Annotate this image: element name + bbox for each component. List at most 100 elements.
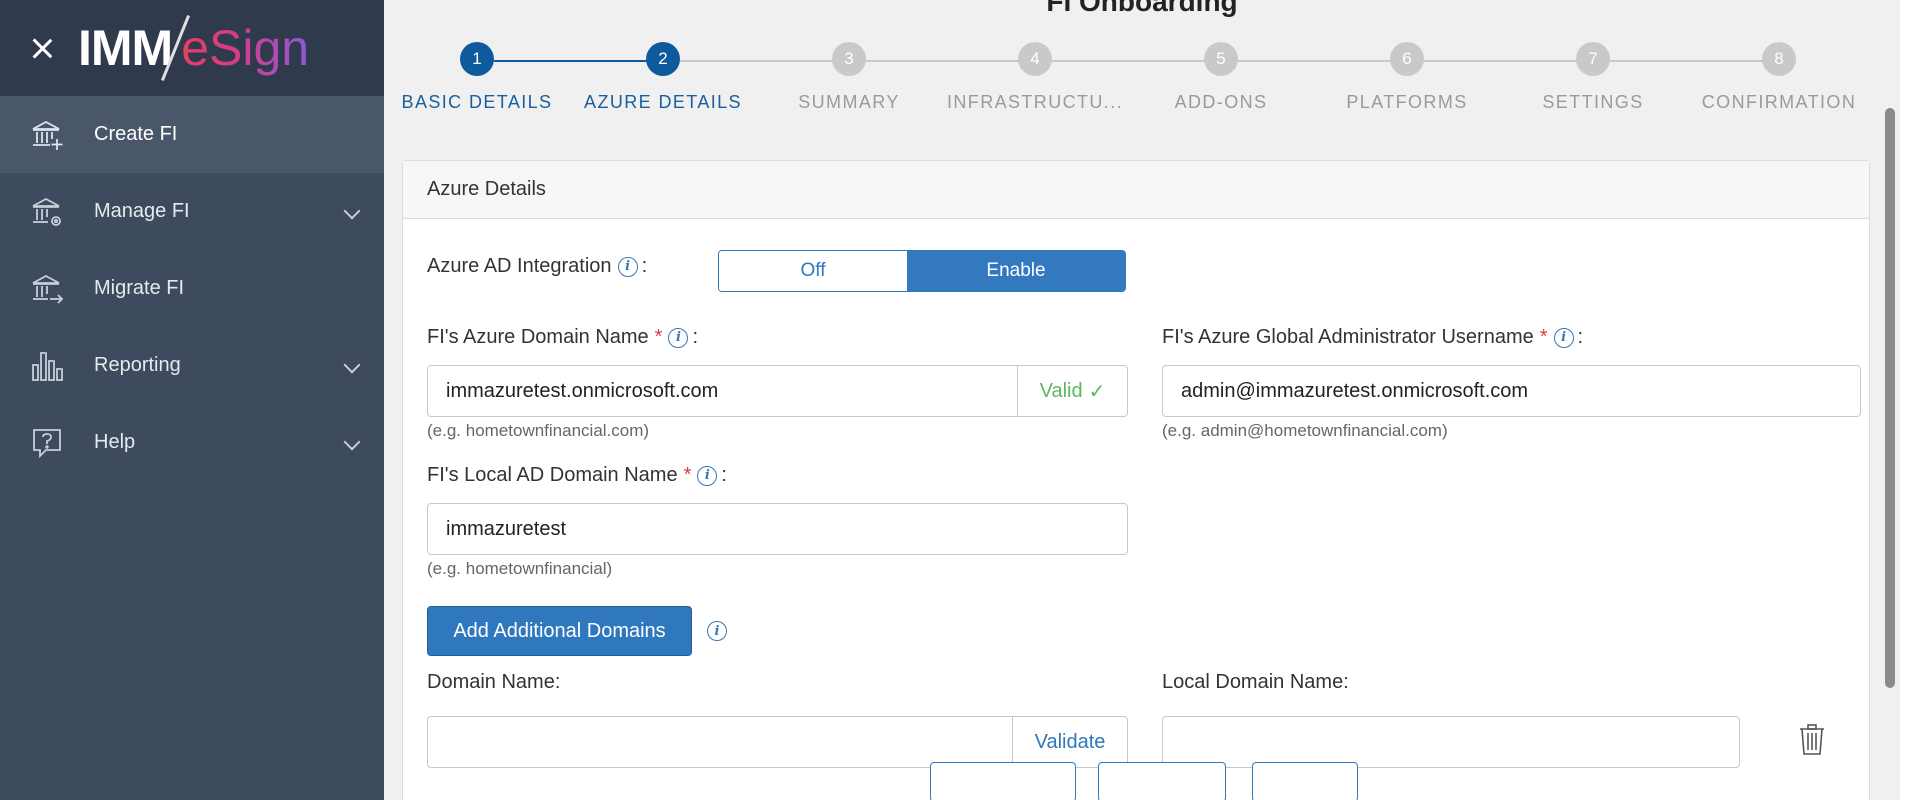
info-icon[interactable]: i: [697, 465, 718, 486]
step-platforms[interactable]: 6 PLATFORMS: [1314, 42, 1500, 113]
chevron-down-icon: [343, 202, 361, 220]
azure-domain-value: immazuretest.onmicrosoft.com: [446, 379, 719, 402]
azure-domain-label-text: FI's Azure Domain Name: [427, 326, 649, 348]
footer-button[interactable]: [1252, 762, 1358, 800]
ad-integration-label: Azure AD Integration i :: [427, 255, 647, 278]
domain-name-input[interactable]: Validate: [427, 716, 1128, 768]
step-add-ons[interactable]: 5 ADD-ONS: [1128, 42, 1314, 113]
step-basic-details[interactable]: 1 BASIC DETAILS: [384, 42, 570, 113]
page-title: FI Onboarding: [1046, 0, 1238, 17]
azure-domain-hint: (e.g. hometownfinancial.com): [427, 421, 650, 440]
info-icon[interactable]: i: [707, 621, 727, 641]
bank-arrow-icon: [30, 272, 64, 306]
sidebar-item-label: Manage FI: [94, 200, 190, 222]
label-colon: :: [1577, 326, 1584, 348]
check-icon: ✓: [1088, 380, 1106, 403]
step-number: 8: [1762, 42, 1796, 76]
bank-gear-icon: [30, 195, 64, 229]
step-number: 4: [1018, 42, 1052, 76]
sidebar-item-label: Create FI: [94, 123, 178, 145]
sidebar-item-label: Help: [94, 431, 136, 453]
admin-username-label: FI's Azure Global Administrator Username…: [1162, 326, 1583, 349]
ad-integration-label-text: Azure AD Integration: [427, 255, 612, 277]
onboarding-stepper: 1 BASIC DETAILS 2 AZURE DETAILS 3 SUMMAR…: [384, 42, 1900, 122]
label-colon: :: [641, 255, 648, 277]
logo-text-esign: eSign: [181, 20, 310, 76]
admin-username-value: admin@immazuretest.onmicrosoft.com: [1181, 379, 1529, 402]
step-label: AZURE DETAILS: [584, 92, 742, 112]
sidebar-header: IMM eSign: [0, 0, 384, 96]
label-colon: :: [692, 326, 699, 348]
step-label: CONFIRMATION: [1701, 92, 1857, 112]
ad-integration-toggle[interactable]: Off Enable: [718, 250, 1126, 292]
step-number: 3: [832, 42, 866, 76]
required-asterisk: *: [654, 326, 663, 348]
step-label: SETTINGS: [1542, 92, 1644, 112]
valid-indicator: Valid ✓: [1017, 366, 1127, 416]
local-domain-hint: (e.g. hometownfinancial): [427, 559, 613, 578]
sidebar-item-manage-fi[interactable]: Manage FI: [0, 173, 384, 250]
step-azure-details[interactable]: 2 AZURE DETAILS: [570, 42, 756, 113]
label-colon: :: [721, 464, 727, 486]
toggle-enable-option[interactable]: Enable: [907, 251, 1125, 291]
azure-details-card: Azure Details Azure AD Integration i : O…: [402, 160, 1870, 800]
step-number: 7: [1576, 42, 1610, 76]
trash-icon[interactable]: [1799, 723, 1825, 755]
local-domain-value: immazuretest: [446, 517, 567, 540]
step-infrastructure[interactable]: 4 INFRASTRUCTU...: [942, 42, 1128, 113]
chevron-down-icon: [343, 356, 361, 374]
sidebar-item-label: Migrate FI: [94, 277, 185, 299]
admin-username-hint: (e.g. admin@hometownfinancial.com): [1162, 421, 1448, 440]
admin-username-input[interactable]: admin@immazuretest.onmicrosoft.com: [1162, 365, 1861, 417]
step-label: SUMMARY: [798, 92, 900, 112]
bank-plus-icon: [30, 118, 64, 152]
sidebar-item-migrate-fi[interactable]: Migrate FI: [0, 250, 384, 327]
close-icon[interactable]: [28, 34, 56, 62]
help-bubble-icon: [30, 426, 64, 460]
local-domain-name-label: Local Domain Name:: [1162, 671, 1349, 693]
bar-chart-icon: [30, 349, 64, 383]
step-label: BASIC DETAILS: [401, 92, 553, 112]
sidebar: IMM eSign Create FI Manage FI Migrate FI…: [0, 0, 384, 800]
required-asterisk: *: [1539, 326, 1548, 348]
vertical-scrollbar[interactable]: [1880, 0, 1900, 800]
sidebar-item-help[interactable]: Help: [0, 404, 384, 481]
app-logo: IMM eSign: [78, 13, 309, 83]
sidebar-item-reporting[interactable]: Reporting: [0, 327, 384, 404]
add-additional-domains-button[interactable]: Add Additional Domains: [427, 606, 692, 656]
step-number: 1: [460, 42, 494, 76]
local-domain-input[interactable]: immazuretest: [427, 503, 1128, 555]
sidebar-item-label: Reporting: [94, 354, 181, 376]
step-number: 5: [1204, 42, 1238, 76]
required-asterisk: *: [683, 464, 692, 486]
card-header: Azure Details: [403, 161, 1869, 219]
valid-text: Valid: [1039, 379, 1083, 402]
azure-domain-input[interactable]: immazuretest.onmicrosoft.com Valid ✓: [427, 365, 1128, 417]
footer-button[interactable]: [1098, 762, 1226, 800]
step-summary[interactable]: 3 SUMMARY: [756, 42, 942, 113]
local-domain-label-text: FI's Local AD Domain Name: [427, 464, 678, 486]
sidebar-item-create-fi[interactable]: Create FI: [0, 96, 384, 173]
info-icon[interactable]: i: [1553, 327, 1574, 348]
chevron-down-icon: [343, 433, 361, 451]
scrollbar-thumb[interactable]: [1885, 108, 1895, 688]
main-content: FI Onboarding 1 BASIC DETAILS 2 AZURE DE…: [384, 0, 1900, 800]
info-icon[interactable]: i: [617, 256, 638, 277]
info-icon[interactable]: i: [668, 327, 689, 348]
local-domain-label: FI's Local AD Domain Name * i :: [427, 464, 727, 487]
step-settings[interactable]: 7 SETTINGS: [1500, 42, 1686, 113]
step-number: 2: [646, 42, 680, 76]
domain-name-label: Domain Name:: [427, 671, 561, 693]
azure-domain-label: FI's Azure Domain Name * i :: [427, 326, 698, 349]
step-number: 6: [1390, 42, 1424, 76]
step-label: ADD-ONS: [1174, 92, 1268, 112]
logo-text-imm: IMM: [78, 20, 173, 76]
footer-button[interactable]: [930, 762, 1076, 800]
toggle-off-option[interactable]: Off: [719, 251, 907, 291]
validate-button[interactable]: Validate: [1012, 717, 1127, 767]
step-label: PLATFORMS: [1346, 92, 1468, 112]
step-confirmation[interactable]: 8 CONFIRMATION: [1686, 42, 1872, 113]
local-domain-name-input[interactable]: [1162, 716, 1740, 768]
admin-username-label-text: FI's Azure Global Administrator Username: [1162, 326, 1534, 348]
step-label: INFRASTRUCTU...: [947, 92, 1123, 112]
